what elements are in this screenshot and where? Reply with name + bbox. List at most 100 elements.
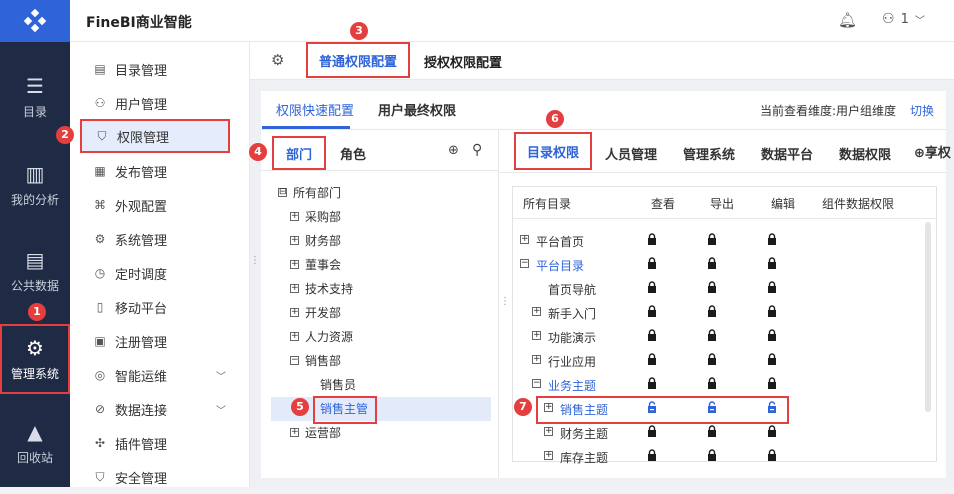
tab-grant-permissions[interactable]: 授权权限配置 bbox=[424, 44, 502, 78]
nav-my-analysis[interactable]: ▥ 我的分析 bbox=[0, 150, 70, 220]
scrollbar[interactable] bbox=[925, 222, 931, 412]
lock-icon[interactable] bbox=[767, 449, 777, 464]
menu-item-security[interactable]: ⛉ 安全管理 bbox=[70, 460, 250, 494]
expand-icon[interactable]: + bbox=[290, 427, 299, 437]
lock-icon[interactable] bbox=[707, 449, 717, 464]
expand-icon[interactable]: + bbox=[290, 331, 299, 341]
tree-node[interactable]: + 采购部 bbox=[278, 204, 498, 228]
expand-icon[interactable]: + bbox=[290, 259, 299, 269]
tree-node[interactable]: + 财务部 bbox=[278, 228, 498, 252]
lock-icon[interactable] bbox=[707, 353, 717, 368]
menu-item-system[interactable]: ⚙ 系统管理 bbox=[70, 222, 250, 256]
lock-icon[interactable] bbox=[707, 305, 717, 320]
tree-node-selected[interactable]: 销售主管 bbox=[278, 396, 498, 420]
expand-icon[interactable]: + bbox=[290, 235, 299, 245]
tab-normal-permissions[interactable]: 普通权限配置 bbox=[306, 42, 410, 78]
lock-add-icon[interactable]: ⊕ bbox=[448, 143, 459, 158]
lock-icon[interactable] bbox=[767, 233, 777, 248]
table-row[interactable]: − 平台目录 bbox=[520, 252, 820, 276]
lock-icon[interactable] bbox=[647, 257, 657, 272]
expand-icon[interactable]: + bbox=[290, 283, 299, 293]
table-row[interactable]: + 功能演示 bbox=[520, 324, 820, 348]
lock-icon[interactable] bbox=[767, 257, 777, 272]
tab-data-platform[interactable]: 数据平台 bbox=[761, 144, 813, 163]
tree-node[interactable]: − 销售部 bbox=[278, 348, 498, 372]
nav-catalog[interactable]: ☰ 目录 bbox=[0, 62, 70, 132]
resize-handle[interactable]: ⋮ bbox=[250, 256, 260, 266]
expand-icon[interactable]: + bbox=[520, 235, 529, 244]
logo[interactable] bbox=[0, 0, 70, 42]
menu-item-plugins[interactable]: ✣ 插件管理 bbox=[70, 426, 250, 460]
tab-role[interactable]: 角色 bbox=[340, 144, 366, 163]
menu-item-permissions[interactable]: ⛉ 权限管理 bbox=[80, 119, 230, 153]
gear-icon[interactable]: ⚙ bbox=[271, 51, 284, 69]
table-row[interactable]: + 新手入门 bbox=[520, 300, 820, 324]
tree-node[interactable]: + 运营部 bbox=[278, 420, 498, 444]
tree-node[interactable]: + 开发部 bbox=[278, 300, 498, 324]
lock-icon[interactable] bbox=[647, 353, 657, 368]
expand-icon[interactable]: + bbox=[532, 307, 541, 316]
lock-icon[interactable] bbox=[767, 329, 777, 344]
nav-recycle-bin[interactable]: ▲ 回收站 bbox=[0, 408, 70, 478]
expand-icon[interactable]: + bbox=[532, 331, 541, 340]
lock-icon[interactable] bbox=[707, 257, 717, 272]
tab-quick-config[interactable]: 权限快速配置 bbox=[276, 100, 354, 119]
tab-catalog-permission[interactable]: 目录权限 bbox=[514, 132, 592, 170]
menu-item-users[interactable]: ⚇ 用户管理 bbox=[70, 86, 250, 120]
tab-data-permission[interactable]: 数据权限 bbox=[839, 144, 891, 163]
user-menu[interactable]: ⚇ 1 ﹀ bbox=[882, 11, 925, 27]
lock-icon[interactable] bbox=[707, 329, 717, 344]
tab-share[interactable]: ⊕享权 bbox=[914, 142, 951, 161]
tree-node[interactable]: ⊟ 所有部门 bbox=[278, 180, 498, 204]
lock-icon[interactable] bbox=[647, 449, 657, 464]
collapse-icon[interactable]: − bbox=[520, 259, 529, 268]
table-row[interactable]: 首页导航 bbox=[520, 276, 820, 300]
collapse-icon[interactable]: ⊟ bbox=[278, 187, 287, 197]
expand-icon[interactable]: + bbox=[290, 211, 299, 221]
lock-icon[interactable] bbox=[707, 425, 717, 440]
tab-personnel[interactable]: 人员管理 bbox=[605, 144, 657, 163]
menu-item-register[interactable]: ▣ 注册管理 bbox=[70, 324, 250, 358]
lock-icon[interactable] bbox=[767, 377, 777, 392]
menu-item-mobile[interactable]: ▯ 移动平台 bbox=[70, 290, 250, 324]
menu-item-publish[interactable]: ▦ 发布管理 bbox=[70, 154, 250, 188]
expand-icon[interactable]: + bbox=[544, 427, 553, 436]
lock-icon[interactable] bbox=[767, 425, 777, 440]
menu-item-smart-ops[interactable]: ◎ 智能运维 ﹀ bbox=[70, 358, 250, 392]
resize-handle[interactable]: ⋮ bbox=[500, 296, 510, 307]
lock-icon[interactable] bbox=[767, 353, 777, 368]
lock-icon[interactable] bbox=[707, 281, 717, 296]
nav-public-data[interactable]: ▤ 公共数据 bbox=[0, 236, 70, 306]
tab-final-permissions[interactable]: 用户最终权限 bbox=[378, 100, 456, 119]
table-row[interactable]: − 业务主题 bbox=[520, 372, 820, 396]
menu-item-schedule[interactable]: ◷ 定时调度 bbox=[70, 256, 250, 290]
lock-icon[interactable] bbox=[647, 329, 657, 344]
lock-icon[interactable] bbox=[707, 377, 717, 392]
expand-icon[interactable]: + bbox=[532, 355, 541, 364]
table-row[interactable]: + 库存主题 bbox=[520, 444, 820, 468]
collapse-icon[interactable]: − bbox=[290, 355, 299, 365]
tab-admin-system[interactable]: 管理系统 bbox=[683, 144, 735, 163]
menu-item-appearance[interactable]: ⌘ 外观配置 bbox=[70, 188, 250, 222]
lock-icon[interactable] bbox=[647, 425, 657, 440]
nav-admin-system[interactable]: ⚙ 管理系统 bbox=[0, 324, 70, 394]
table-row[interactable]: + 平台首页 bbox=[520, 228, 820, 252]
tab-department[interactable]: 部门 bbox=[272, 136, 326, 170]
tree-node[interactable]: + 人力资源 bbox=[278, 324, 498, 348]
tree-node[interactable]: + 董事会 bbox=[278, 252, 498, 276]
switch-link[interactable]: 切换 bbox=[910, 102, 934, 119]
bell-icon[interactable]: 🔔︎ bbox=[838, 11, 857, 29]
menu-item-catalog[interactable]: ▤ 目录管理 bbox=[70, 52, 250, 86]
collapse-icon[interactable]: − bbox=[532, 379, 541, 388]
lock-icon[interactable] bbox=[647, 377, 657, 392]
tree-node[interactable]: 销售员 bbox=[278, 372, 498, 396]
lock-icon[interactable] bbox=[647, 281, 657, 296]
lock-icon[interactable] bbox=[647, 305, 657, 320]
expand-icon[interactable]: + bbox=[544, 451, 553, 460]
lock-icon[interactable] bbox=[767, 305, 777, 320]
menu-item-data-connection[interactable]: ⊘ 数据连接 ﹀ bbox=[70, 392, 250, 426]
lock-icon[interactable] bbox=[767, 281, 777, 296]
tree-node[interactable]: + 技术支持 bbox=[278, 276, 498, 300]
expand-icon[interactable]: + bbox=[290, 307, 299, 317]
lock-icon[interactable] bbox=[707, 233, 717, 248]
